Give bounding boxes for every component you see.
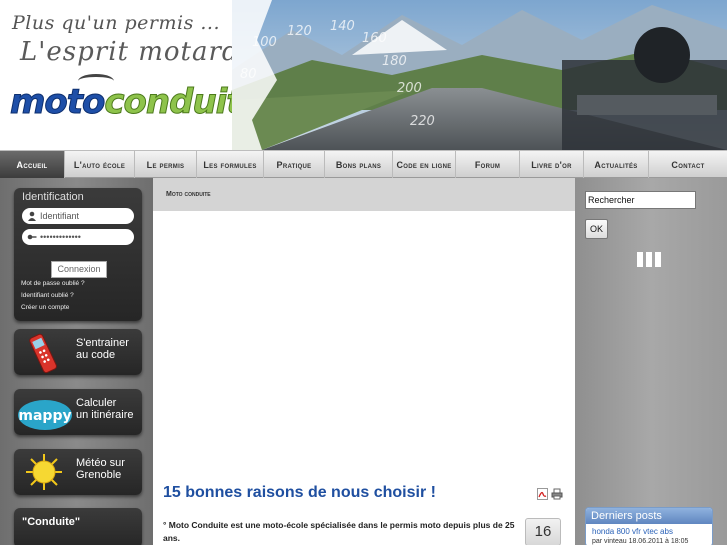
print-icon[interactable] (551, 488, 563, 500)
article-date-badge: 16 (525, 518, 561, 545)
promo-itinerary-line1: Calculer (76, 397, 117, 409)
user-icon (28, 211, 36, 221)
latest-posts-box: Derniers posts honda 800 vfr vtec abs pa… (585, 507, 713, 545)
login-box: Identification Identifiant •••••••••••••… (14, 188, 142, 321)
nav-les-formules[interactable]: Les formules (197, 151, 264, 178)
key-icon (27, 234, 37, 240)
speedo-160: 160 (362, 31, 387, 46)
promo-meteo-line1: Météo sur (76, 457, 125, 469)
username-field[interactable]: Identifiant (22, 208, 134, 224)
breadcrumb[interactable]: Moto conduite (166, 191, 211, 198)
nav-auto-ecole[interactable]: L'auto école (65, 151, 135, 178)
tagline-line1: Plus qu'un permis ... (12, 12, 221, 34)
speedo-100: 100 (252, 35, 277, 50)
site-logo[interactable]: motoconduite (9, 82, 265, 123)
login-title: Identification (22, 191, 84, 203)
promo-itinerary-text: Calculer un itinéraire (76, 397, 133, 421)
password-field[interactable]: ••••••••••••• (22, 229, 134, 245)
conduite-box: "Conduite" (14, 508, 142, 545)
nav-le-permis[interactable]: Le permis (135, 151, 197, 178)
password-value: ••••••••••••• (40, 232, 81, 242)
promo-itinerary-line2: un itinéraire (76, 409, 134, 421)
nav-livre-dor[interactable]: Livre d'or (520, 151, 584, 178)
search-input[interactable]: Rechercher (585, 191, 696, 209)
bars-icon (637, 252, 661, 267)
breadcrumb-bar: Moto conduite (153, 178, 575, 211)
latest-posts-title: Derniers posts (586, 508, 712, 524)
left-sidebar: Identification Identifiant •••••••••••••… (0, 178, 153, 545)
phone-icon (29, 333, 57, 374)
login-button[interactable]: Connexion (51, 261, 107, 278)
speedo-80: 80 (240, 67, 257, 82)
article-text: ° Moto Conduite est une moto-école spéci… (163, 520, 515, 543)
nav-pratique[interactable]: Pratique (264, 151, 325, 178)
speedo-140: 140 (330, 19, 355, 34)
article-title: 15 bonnes raisons de nous choisir ! (163, 484, 436, 501)
post-meta: par vinteau 18.06.2011 à 18:05 (592, 538, 689, 545)
main-content: Moto conduite 15 bonnes raisons de nous … (153, 178, 575, 545)
speedo-220: 220 (410, 114, 435, 129)
forgot-password-link[interactable]: Mot de passe oublié ? (21, 280, 85, 287)
nav-forum[interactable]: Forum (456, 151, 520, 178)
site-header: Plus qu'un permis ... L'esprit motard mo… (0, 0, 727, 150)
nav-bons-plans[interactable]: Bons plans (325, 151, 393, 178)
speedo-200: 200 (397, 81, 422, 96)
logo-text-moto: moto (9, 82, 105, 123)
promo-meteo-line2: Grenoble (76, 469, 122, 481)
main-navigation: Accueil L'auto école Le permis Les formu… (0, 150, 727, 178)
nav-accueil[interactable]: Accueil (0, 151, 65, 178)
header-photo: 80 100 120 140 160 180 200 220 (232, 0, 727, 150)
nav-code-en-ligne[interactable]: Code en ligne (393, 151, 456, 178)
mappy-logo-text: mappy (18, 408, 71, 424)
post-link[interactable]: honda 800 vfr vtec abs (586, 527, 712, 536)
promo-meteo-text: Météo sur Grenoble (76, 457, 125, 481)
promo-code[interactable]: S'entrainer au code (14, 329, 142, 375)
speedo-120: 120 (287, 24, 312, 39)
speedo-180: 180 (382, 54, 407, 69)
search-ok-button[interactable]: OK (585, 219, 608, 239)
create-account-link[interactable]: Créer un compte (21, 304, 69, 311)
tagline-line2: L'esprit motard (20, 37, 240, 67)
nav-contact[interactable]: Contact (649, 151, 727, 178)
promo-meteo[interactable]: Météo sur Grenoble (14, 449, 142, 495)
conduite-box-title: "Conduite" (22, 516, 81, 528)
right-sidebar: Rechercher OK Derniers posts honda 800 v… (575, 178, 727, 545)
pdf-icon[interactable] (537, 488, 548, 500)
promo-code-line1: S'entrainer (76, 337, 129, 349)
sun-icon (26, 454, 62, 490)
nav-actualites[interactable]: Actualités (584, 151, 649, 178)
header-photo-illustration: 80 100 120 140 160 180 200 220 (232, 0, 727, 150)
mappy-logo-icon: mappy (18, 400, 72, 430)
promo-code-line2: au code (76, 349, 116, 361)
forgot-username-link[interactable]: Identifiant oublié ? (21, 292, 74, 299)
promo-code-text: S'entrainer au code (76, 337, 129, 361)
promo-itinerary[interactable]: mappy Calculer un itinéraire (14, 389, 142, 435)
username-placeholder: Identifiant (40, 211, 80, 221)
